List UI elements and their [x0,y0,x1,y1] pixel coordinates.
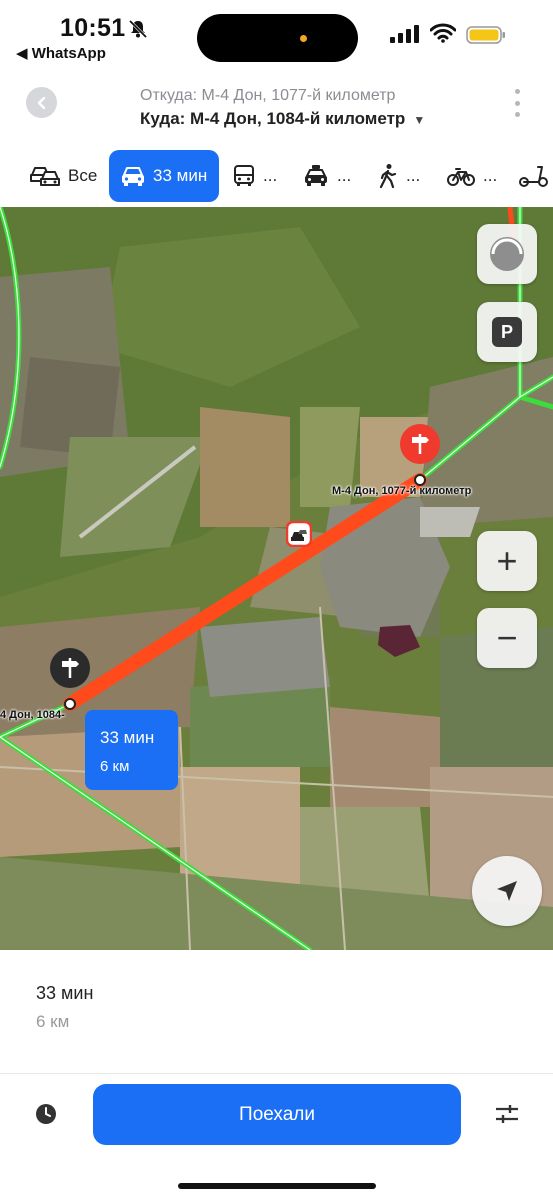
home-indicator [178,1183,376,1189]
car-icon [122,167,144,186]
more-menu-button[interactable] [512,89,522,117]
zoom-out-button[interactable]: − [477,608,537,668]
start-signpost-pin-icon[interactable] [399,424,441,474]
tab-bicycle[interactable]: ... [447,150,497,202]
status-time: 10:51 [60,14,126,42]
callout-time: 33 мин [100,728,155,747]
route-callout[interactable]: 33 мин 6 км [85,710,178,790]
clock-icon[interactable] [35,1103,57,1125]
tab-bicycle-label: ... [483,166,498,185]
walking-icon [379,164,397,189]
wifi-icon [430,23,456,43]
bus-icon [234,165,254,186]
satellite-map [0,207,553,950]
parking-icon: P [492,317,522,347]
tab-all-label: Все [68,166,98,185]
tab-all-modes[interactable]: Все [30,150,97,202]
navigation-arrow-icon [497,881,517,901]
my-location-button[interactable] [472,856,542,926]
callout-distance: 6 км [100,758,130,775]
zoom-in-button[interactable]: + [477,531,537,591]
tab-walking-label: ... [406,166,421,185]
cars-icon [30,167,60,186]
tab-public-transport[interactable]: ... [233,150,277,202]
chevron-left-icon [37,96,45,109]
go-button[interactable]: Поехали [93,1084,461,1145]
dropdown-caret-icon: ▼ [413,113,426,127]
route-settings-icon[interactable] [494,1103,520,1125]
route-to-label: Куда: М-4 Дон, 1084-й километр [140,109,406,128]
tab-car[interactable]: 33 мин [109,150,220,202]
tab-walking[interactable]: ... [378,150,420,202]
traffic-speedometer-icon [490,237,524,271]
tab-car-label: 33 мин [153,166,208,185]
destination-signpost-pin-icon[interactable] [49,648,91,698]
muted-bell-icon [128,19,148,39]
tab-scooter[interactable] [518,150,548,202]
route-from-field[interactable]: Откуда: М-4 Дон, 1077-й километр [140,87,395,105]
destination-location-label: 4 Дон, 1084- [0,709,65,721]
tab-bus-label: ... [263,166,278,185]
dynamic-island [197,14,358,62]
back-button[interactable] [26,87,57,118]
route-summary-time: 33 мин [36,983,94,1003]
taxi-icon [305,165,327,186]
bicycle-icon [447,168,475,186]
back-to-app-link[interactable]: ◀ WhatsApp [16,44,106,62]
tab-taxi-label: ... [337,166,352,185]
tab-taxi[interactable]: ... [303,150,351,202]
route-summary-distance: 6 км [36,1012,70,1031]
map-view[interactable]: М-4 Дон, 1077-й километр 4 Дон, 1084- 33… [0,207,553,950]
parking-button[interactable]: P [477,302,537,362]
cellular-signal-icon [390,25,419,43]
scooter-icon [519,166,548,187]
battery-icon [466,26,505,44]
map-layers-button[interactable] [477,224,537,284]
start-location-label: М-4 Дон, 1077-й километр [332,485,472,497]
privacy-indicator [300,35,307,42]
route-to-field[interactable]: Куда: М-4 Дон, 1084-й километр ▼ [140,109,425,129]
transport-mode-tabs: Все 33 мин ... ... ... ... [0,150,553,202]
divider [0,1073,553,1074]
road-accident-icon[interactable] [286,521,312,547]
